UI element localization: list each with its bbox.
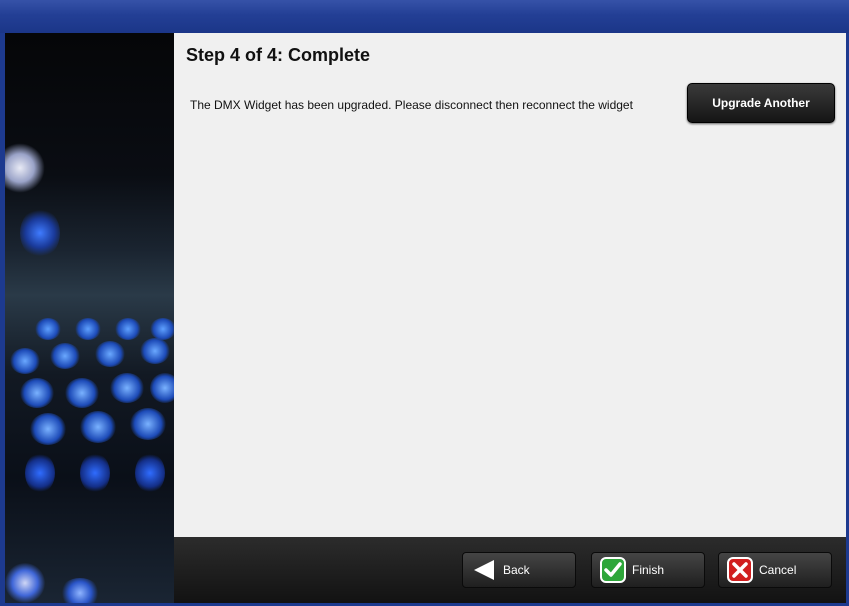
- cancel-button[interactable]: Cancel: [718, 552, 832, 588]
- x-icon: [727, 557, 753, 583]
- wizard-frame: Step 4 of 4: Complete The DMX Widget has…: [5, 33, 846, 603]
- status-message: The DMX Widget has been upgraded. Please…: [190, 98, 633, 112]
- window-titlebar[interactable]: [0, 0, 849, 33]
- wizard-nav-bar: Back Finish Cancel: [174, 537, 846, 603]
- back-button[interactable]: Back: [462, 552, 576, 588]
- side-banner-image: [5, 33, 174, 603]
- back-label: Back: [503, 563, 530, 577]
- wizard-content: Step 4 of 4: Complete The DMX Widget has…: [174, 33, 846, 537]
- back-arrow-icon: [471, 557, 497, 583]
- cancel-label: Cancel: [759, 563, 797, 577]
- checkmark-icon: [600, 557, 626, 583]
- finish-button[interactable]: Finish: [591, 552, 705, 588]
- page-title: Step 4 of 4: Complete: [186, 45, 371, 65]
- upgrade-another-button[interactable]: Upgrade Another: [687, 83, 835, 123]
- wizard-window: Step 4 of 4: Complete The DMX Widget has…: [0, 0, 849, 606]
- finish-label: Finish: [632, 563, 665, 577]
- upgrade-another-label: Upgrade Another: [712, 96, 810, 110]
